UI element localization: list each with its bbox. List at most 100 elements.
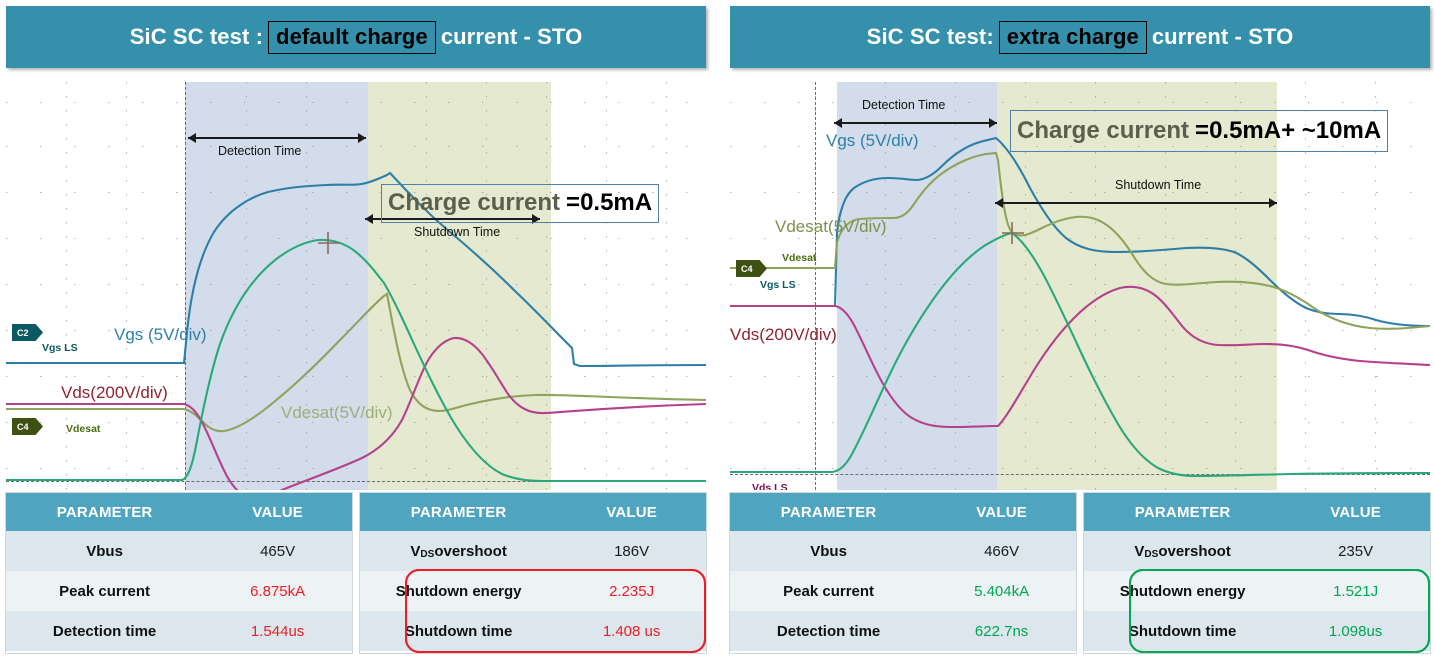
cell-value-highlighted: 2.235J: [609, 582, 655, 600]
callout-shaded-right: Charge current: [1017, 116, 1190, 144]
cell-value: 465V: [260, 542, 296, 560]
channel-name-c7-right: Vds LS: [752, 482, 788, 490]
detection-time-label-left: Detection Time: [218, 144, 302, 158]
table-row: Vbus 466V: [730, 531, 1076, 571]
page-title-left: SiC SC test : default charge current - S…: [129, 20, 583, 54]
measurement-table-right-1: PARAMETER VALUE Vbus 466V Peak current 5…: [730, 493, 1430, 653]
trace-vds-right: [730, 285, 1430, 429]
col-header-value: VALUE: [1330, 503, 1381, 521]
table-header-row: PARAMETER VALUE: [1084, 493, 1430, 531]
cell-value: 466V: [984, 542, 1020, 560]
cell-value-highlighted: 1.408 us: [602, 622, 661, 640]
cell-parameter: Shutdown energy: [1119, 582, 1246, 600]
cell-parameter-vds-overshoot: V DS overshoot: [360, 531, 557, 571]
panel-title-bar-left: SiC SC test : default charge current - S…: [6, 6, 706, 68]
cell-parameter: Vbus: [810, 542, 847, 560]
measurement-table-left-1: PARAMETER VALUE Vbus 465V Peak current 6…: [6, 493, 706, 653]
channel-name-c2-left: Vgs LS: [42, 342, 78, 354]
cell-parameter: Vbus: [86, 542, 123, 560]
shutdown-time-label-left: Shutdown Time: [414, 225, 501, 239]
cursor-marker-left: [318, 232, 340, 254]
table-row: V DS overshoot 186V: [360, 531, 706, 571]
cell-value: 186V: [614, 542, 650, 560]
panel-default-charge: SiC SC test : default charge current - S…: [0, 0, 713, 659]
cell-value-highlighted: 6.875kA: [250, 582, 306, 600]
title-prefix-right: SiC SC test:: [866, 24, 994, 49]
cell-parameter: Shutdown energy: [395, 582, 522, 600]
shutdown-time-label-right: Shutdown Time: [1115, 178, 1202, 192]
callout-plain-right: =0.5mA+ ~10mA: [1195, 116, 1382, 144]
channel-name-c4-left: Vdesat: [66, 423, 101, 435]
vds-v: V: [1134, 542, 1145, 560]
table-row: Peak current 6.875kA: [6, 571, 352, 611]
title-highlight-left: default charge: [268, 20, 436, 54]
panel-title-bar-right: SiC SC test: extra charge current - STO: [730, 6, 1430, 68]
cell-parameter: Peak current: [783, 582, 875, 600]
col-header-value: VALUE: [606, 503, 657, 521]
table-header-row: PARAMETER VALUE: [6, 493, 352, 531]
table-row: Detection time 622.7ns: [730, 611, 1076, 651]
oscilloscope-left[interactable]: Detection Time Shutdown Time Charge curr…: [6, 82, 706, 490]
cell-value-highlighted: 1.098us: [1328, 622, 1383, 640]
table-row: Shutdown time 1.408 us: [360, 611, 706, 651]
signal-label-vgs-right: Vgs (5V/div): [826, 131, 919, 150]
page-title-right: SiC SC test: extra charge current - STO: [866, 20, 1294, 54]
table-header-row: PARAMETER VALUE: [730, 493, 1076, 531]
title-highlight-right: extra charge: [998, 20, 1147, 54]
trace-id-left: [6, 238, 706, 483]
signal-label-vgs-left: Vgs (5V/div): [114, 325, 207, 344]
col-header-parameter: PARAMETER: [56, 503, 153, 521]
col-header-parameter: PARAMETER: [780, 503, 877, 521]
measurement-tables-left: PARAMETER VALUE Vbus 465V Peak current 6…: [6, 493, 706, 653]
table-header-row: PARAMETER VALUE: [360, 493, 706, 531]
measurement-tables-right: PARAMETER VALUE Vbus 466V Peak current 5…: [730, 493, 1430, 653]
cell-parameter-vds-overshoot: V DS overshoot: [1084, 531, 1281, 571]
table-row: V DS overshoot 235V: [1084, 531, 1430, 571]
title-prefix-left: SiC SC test :: [129, 24, 264, 49]
vds-sub: DS: [420, 548, 435, 560]
cell-value: 235V: [1338, 542, 1374, 560]
col-header-parameter: PARAMETER: [1134, 503, 1231, 521]
signal-label-vds-right: Vds(200V/div): [730, 325, 837, 344]
callout-plain-left: =0.5mA: [566, 189, 653, 216]
detection-time-arrow-left: [188, 133, 366, 143]
waveform-traces-left: [6, 171, 706, 490]
signal-label-vdesat-right: Vdesat(5V/div): [775, 217, 887, 236]
signal-label-vds-left: Vds(200V/div): [61, 383, 168, 402]
table-row: Vbus 465V: [6, 531, 352, 571]
cell-value-highlighted: 1.521J: [1333, 582, 1379, 600]
col-header-value: VALUE: [976, 503, 1027, 521]
table-row: Shutdown energy 2.235J: [360, 571, 706, 611]
charge-current-callout-left: Charge current =0.5mA: [381, 184, 660, 223]
cell-parameter: Shutdown time: [1128, 622, 1237, 640]
cell-parameter: Detection time: [52, 622, 157, 640]
vds-sub: DS: [1144, 548, 1159, 560]
vds-v: V: [410, 542, 421, 560]
cell-parameter: Shutdown time: [404, 622, 513, 640]
oscilloscope-right[interactable]: Detection Time Shutdown Time Charge curr…: [730, 82, 1430, 490]
shutdown-time-arrow-right: [995, 198, 1277, 208]
col-header-value: VALUE: [252, 503, 303, 521]
slide-root: SiC SC test : default charge current - S…: [0, 0, 1435, 659]
callout-shaded-left: Charge current: [388, 189, 561, 216]
table-row: Detection time 1.544us: [6, 611, 352, 651]
panel-extra-charge: SiC SC test: extra charge current - STO: [720, 0, 1433, 659]
title-suffix-left: current - STO: [440, 24, 583, 49]
cell-value-highlighted: 622.7ns: [974, 622, 1029, 640]
channel-name-c4-right: Vdesat: [782, 252, 817, 264]
cell-value-highlighted: 1.544us: [250, 622, 305, 640]
vds-rest: overshoot: [1158, 542, 1231, 560]
cell-parameter: Detection time: [776, 622, 881, 640]
cell-parameter: Peak current: [59, 582, 151, 600]
measurement-table-right-2: PARAMETER VALUE V DS overshoot 235V Shutd…: [1084, 493, 1430, 653]
cell-value-highlighted: 5.404kA: [974, 582, 1030, 600]
table-row: Shutdown energy 1.521J: [1084, 571, 1430, 611]
measurement-table-left-2: PARAMETER VALUE V DS overshoot 186V Shutd…: [360, 493, 706, 653]
charge-current-callout-right: Charge current =0.5mA+ ~10mA: [1010, 110, 1389, 152]
signal-label-vdesat-left: Vdesat(5V/div): [281, 403, 393, 422]
detection-time-arrow-right: [834, 118, 997, 128]
title-suffix-right: current - STO: [1151, 24, 1294, 49]
channel-name-c2-right: Vgs LS: [760, 279, 796, 291]
col-header-parameter: PARAMETER: [410, 503, 507, 521]
vds-rest: overshoot: [434, 542, 507, 560]
